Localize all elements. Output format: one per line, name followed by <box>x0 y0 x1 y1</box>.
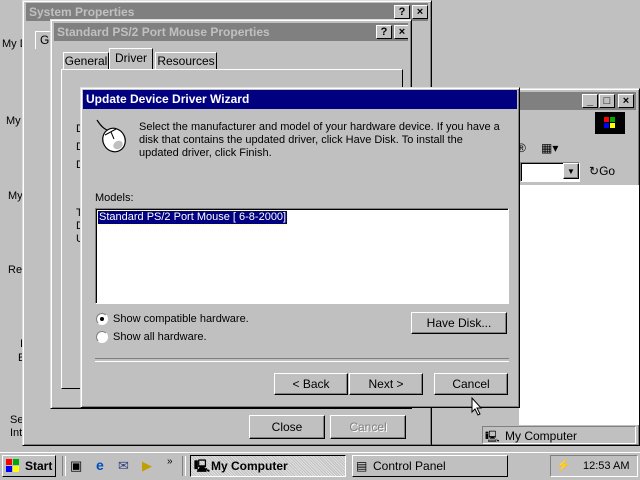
address-dropdown[interactable]: ▼ <box>520 162 580 182</box>
start-button[interactable]: Start <box>2 455 56 477</box>
update-driver-wizard: Update Device Driver Wizard Select the m… <box>80 87 520 408</box>
close-dialog-button[interactable]: Close <box>249 415 325 439</box>
radio-show-compatible-label[interactable]: Show compatible hardware. <box>113 313 249 325</box>
task-divider <box>182 456 186 476</box>
control-panel-icon: ▤ <box>356 459 368 473</box>
chevron-right-icon[interactable]: » <box>167 456 173 467</box>
desktop-label-my-computer[interactable]: My <box>6 115 21 127</box>
explorer-content <box>519 185 639 425</box>
mouse-icon <box>96 119 126 153</box>
radio-show-compatible[interactable] <box>96 313 108 325</box>
tab-resources[interactable]: Resources <box>155 52 217 70</box>
go-arrow-icon: ↻ <box>589 164 600 178</box>
mouse-pointer-icon <box>471 397 483 416</box>
window-title: Standard PS/2 Port Mouse Properties <box>57 25 270 39</box>
computer-icon: 🖳 <box>194 459 211 473</box>
models-label: Models: <box>95 192 134 204</box>
clock[interactable]: 12:53 AM <box>583 460 629 472</box>
start-label: Start <box>25 459 53 473</box>
internet-explorer-icon[interactable]: e <box>96 457 104 473</box>
window-title: System Properties <box>29 5 135 19</box>
task-my-computer[interactable]: 🖳 My Computer <box>190 455 346 477</box>
window-title: Update Device Driver Wizard <box>86 92 250 106</box>
help-button[interactable]: ? <box>394 5 410 19</box>
radio-show-all-label[interactable]: Show all hardware. <box>113 331 207 343</box>
have-disk-button[interactable]: Have Disk... <box>411 312 507 334</box>
tab-driver[interactable]: Driver <box>109 48 153 70</box>
wizard-titlebar[interactable]: Update Device Driver Wizard <box>83 90 517 109</box>
next-button[interactable]: Next > <box>349 373 423 395</box>
close-button[interactable]: × <box>412 5 428 19</box>
quicklaunch-divider <box>62 456 66 476</box>
status-text: My Computer <box>505 429 578 443</box>
media-player-icon[interactable]: ▶ <box>142 458 152 474</box>
explorer-status-bar: 🖳 My Computer <box>482 426 636 444</box>
maximize-button[interactable]: □ <box>599 94 615 108</box>
chevron-down-icon[interactable]: ▼ <box>563 163 579 179</box>
windows-flag-icon <box>6 459 20 472</box>
task-label: My Computer <box>211 459 288 473</box>
help-button[interactable]: ? <box>376 25 392 39</box>
wizard-instruction: Select the manufacturer and model of you… <box>139 121 500 159</box>
back-button[interactable]: < Back <box>274 373 348 395</box>
mouse-properties-titlebar[interactable]: Standard PS/2 Port Mouse Properties ? × <box>54 23 408 41</box>
close-button[interactable]: × <box>394 25 408 39</box>
model-list-item-selected[interactable]: Standard PS/2 Port Mouse [ 6-8-2000] <box>96 210 289 225</box>
wizard-divider <box>95 358 509 362</box>
computer-icon: 🖳 <box>485 431 500 443</box>
tab-general[interactable]: General <box>63 52 109 70</box>
go-button[interactable]: ↻Go <box>589 164 615 178</box>
windows-logo-icon <box>595 112 625 134</box>
network-icon[interactable]: ⚡ <box>556 458 571 472</box>
task-control-panel[interactable]: ▤ Control Panel <box>352 455 508 477</box>
minimize-button[interactable]: _ <box>582 94 598 108</box>
views-icon[interactable]: ▦▾ <box>541 141 558 155</box>
outlook-express-icon[interactable]: ✉ <box>118 458 129 474</box>
close-button[interactable]: × <box>618 94 634 108</box>
desktop-icon[interactable]: ▣ <box>70 458 82 474</box>
desktop-label-my-network[interactable]: My <box>8 190 23 202</box>
cancel-button[interactable]: Cancel <box>434 373 508 395</box>
system-tray: ⚡ 12:53 AM <box>550 455 638 477</box>
radio-show-all[interactable] <box>96 331 108 343</box>
task-label: Control Panel <box>373 459 446 473</box>
desktop-label-recycle-bin[interactable]: Re <box>8 264 22 276</box>
desktop-label-setup-2[interactable]: Int <box>10 427 22 439</box>
cancel-dialog-button[interactable]: Cancel <box>330 415 406 439</box>
models-listbox[interactable]: Standard PS/2 Port Mouse [ 6-8-2000] <box>95 208 509 304</box>
